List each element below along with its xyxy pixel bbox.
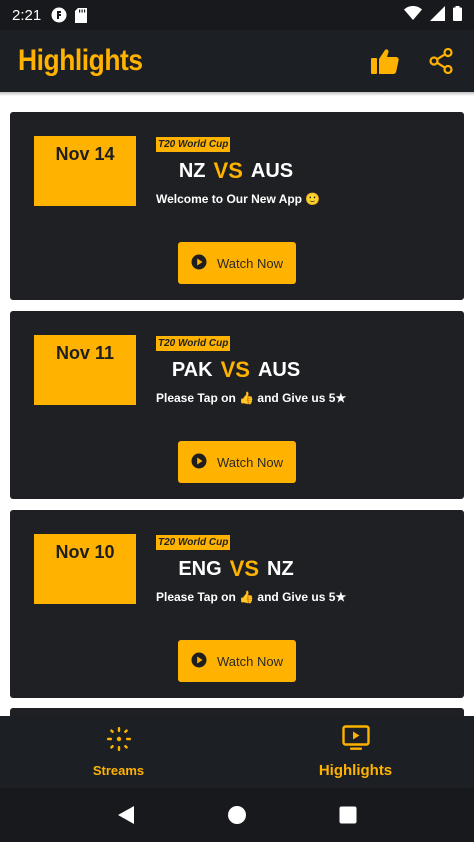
match-date: Nov 10 [34, 534, 136, 604]
team-away: AUS [250, 159, 294, 182]
play-circle-icon [191, 652, 207, 671]
match-card: Nov 11 T20 World Cup PAK VS AUS Please T… [10, 311, 464, 499]
battery-icon [453, 5, 462, 25]
tournament-tag: T20 World Cup [156, 336, 231, 351]
system-navigation-bar [0, 788, 474, 842]
thumbs-up-icon[interactable] [370, 46, 400, 76]
status-bar: 2:21 [0, 0, 474, 30]
match-date: Nov 11 [34, 335, 136, 405]
watch-now-button[interactable]: Watch Now [178, 441, 296, 483]
app-bar: Highlights [0, 30, 474, 92]
nav-streams[interactable]: Streams [0, 716, 237, 788]
watch-now-button[interactable]: Watch Now [178, 640, 296, 682]
cellular-signal-icon [430, 5, 445, 25]
status-time: 2:21 [12, 6, 42, 24]
watch-now-label: Watch Now [217, 653, 283, 669]
match-message: Please Tap on 👍 and Give us 5★ [156, 590, 347, 604]
match-teams: ENG VS NZ [156, 554, 316, 584]
wifi-icon [404, 6, 422, 24]
share-icon[interactable] [426, 46, 456, 76]
vs-label: VS [229, 556, 260, 581]
watch-now-label: Watch Now [217, 255, 283, 271]
match-message: Please Tap on 👍 and Give us 5★ [156, 391, 347, 405]
team-home: ENG [178, 557, 222, 580]
back-icon[interactable] [112, 801, 140, 829]
vs-label: VS [220, 357, 250, 382]
home-icon[interactable] [223, 801, 251, 829]
watch-now-button[interactable]: Watch Now [178, 242, 296, 284]
sd-card-icon [75, 7, 88, 23]
notification-app-icon [51, 7, 67, 23]
highlights-list[interactable]: Nov 14 T20 World Cup NZ VS AUS Welcome t… [0, 92, 474, 716]
match-teams: PAK VS AUS [156, 355, 316, 385]
team-home: PAK [171, 358, 213, 381]
match-message: Welcome to Our New App 🙂 [156, 192, 321, 206]
team-away: AUS [257, 358, 301, 381]
tv-play-icon [341, 725, 370, 756]
tournament-tag: T20 World Cup [156, 535, 231, 550]
match-date: Nov 14 [34, 136, 136, 206]
tournament-tag: T20 World Cup [156, 137, 231, 152]
page-title: Highlights [18, 44, 143, 77]
nav-highlights[interactable]: Highlights [237, 716, 474, 788]
vs-label: VS [213, 158, 243, 183]
watch-now-label: Watch Now [217, 454, 283, 470]
nav-streams-label: Streams [92, 763, 145, 778]
match-card: Nov 10 T20 World Cup ENG VS NZ Please Ta… [10, 510, 464, 698]
play-circle-icon [191, 453, 207, 472]
match-teams: NZ VS AUS [156, 156, 316, 186]
match-card: Nov 14 T20 World Cup NZ VS AUS Welcome t… [10, 112, 464, 300]
play-circle-icon [191, 254, 207, 273]
bottom-navigation: Streams Highlights [0, 716, 474, 788]
team-home: NZ [178, 159, 206, 182]
recents-icon[interactable] [334, 801, 362, 829]
team-away: NZ [267, 557, 294, 580]
streams-icon [106, 726, 132, 757]
nav-highlights-label: Highlights [318, 762, 393, 779]
match-card-partial [10, 708, 464, 716]
